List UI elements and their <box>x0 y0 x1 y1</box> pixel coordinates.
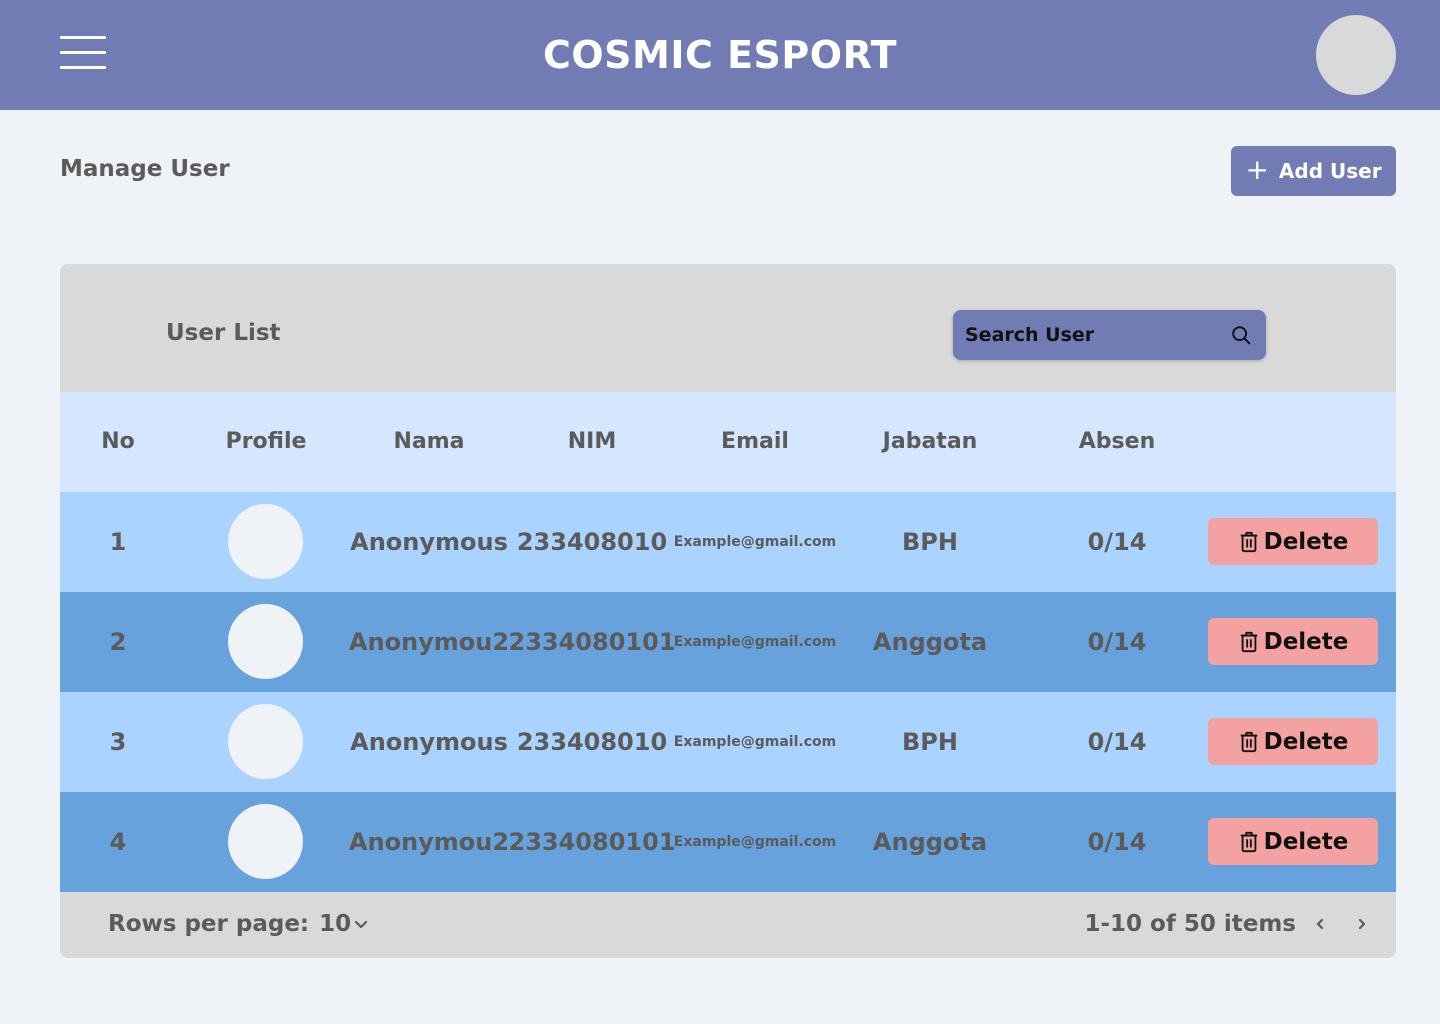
table-row: 4 Anonymou2 2334080101 Example@gmail.com… <box>60 792 1396 892</box>
table-header: No Profile Nama NIM Email Jabatan Absen <box>60 392 1396 492</box>
rows-per-page: Rows per page: 10 <box>108 892 369 956</box>
add-user-button[interactable]: + Add User <box>1231 146 1396 196</box>
row-nim: 2334080101 <box>508 628 676 656</box>
column-header-nim: NIM <box>567 429 617 454</box>
column-header-no: No <box>101 429 135 454</box>
user-avatar[interactable] <box>1316 15 1396 95</box>
trash-icon <box>1240 531 1257 552</box>
trash-icon <box>1240 831 1257 852</box>
table-row: 2 Anonymou2 2334080101 Example@gmail.com… <box>60 592 1396 692</box>
trash-icon <box>1240 731 1257 752</box>
profile-picture <box>228 504 303 579</box>
row-nama: Anonymous <box>350 528 508 556</box>
delete-button[interactable]: Delete <box>1208 518 1378 565</box>
search-input[interactable] <box>965 310 1225 360</box>
row-no: 4 <box>109 828 127 856</box>
pagination-info: 1-10 of 50 items <box>1084 911 1296 937</box>
next-page-button[interactable] <box>1350 912 1374 936</box>
chevron-right-icon <box>1358 918 1366 930</box>
row-absen: 0/14 <box>1087 528 1147 556</box>
row-email: Example@gmail.com <box>673 534 837 550</box>
row-nim: 233408010 <box>516 728 668 756</box>
chevron-left-icon <box>1316 918 1324 930</box>
row-nim: 233408010 <box>516 528 668 556</box>
row-jabatan: Anggota <box>872 628 988 656</box>
column-header-profile: Profile <box>225 429 307 454</box>
column-header-jabatan: Jabatan <box>882 429 978 454</box>
column-header-absen: Absen <box>1078 429 1156 454</box>
search-user-field[interactable] <box>953 310 1266 360</box>
rows-per-page-label: Rows per page: <box>108 911 310 937</box>
previous-page-button[interactable] <box>1308 912 1332 936</box>
rows-per-page-select[interactable]: 10 <box>319 892 369 956</box>
profile-picture <box>228 704 303 779</box>
row-email: Example@gmail.com <box>673 834 837 850</box>
table-row: 3 Anonymous 233408010 Example@gmail.com … <box>60 692 1396 792</box>
row-nama: Anonymou2 <box>348 828 510 856</box>
column-header-email: Email <box>721 429 789 454</box>
app-header: COSMIC ESPORT <box>0 0 1440 110</box>
delete-label: Delete <box>1263 528 1349 555</box>
page-title: Manage User <box>60 156 230 182</box>
row-no: 2 <box>109 628 127 656</box>
search-icon[interactable] <box>1230 324 1252 346</box>
row-email: Example@gmail.com <box>673 634 837 650</box>
delete-button[interactable]: Delete <box>1208 818 1378 865</box>
add-user-label: Add User <box>1278 159 1382 183</box>
trash-icon <box>1240 631 1257 652</box>
delete-button[interactable]: Delete <box>1208 618 1378 665</box>
row-nim: 2334080101 <box>508 828 676 856</box>
plus-icon: + <box>1245 152 1269 186</box>
delete-label: Delete <box>1263 728 1349 755</box>
row-jabatan: Anggota <box>872 828 988 856</box>
chevron-down-icon <box>355 920 368 929</box>
delete-label: Delete <box>1263 828 1349 855</box>
row-email: Example@gmail.com <box>673 734 837 750</box>
user-list-title: User List <box>166 320 281 346</box>
user-list-card: User List No Profile Nama NIM Email Jaba… <box>60 264 1396 958</box>
hamburger-menu-icon[interactable] <box>60 36 106 70</box>
row-jabatan: BPH <box>902 728 958 756</box>
row-absen: 0/14 <box>1087 828 1147 856</box>
row-absen: 0/14 <box>1087 628 1147 656</box>
table-row: 1 Anonymous 233408010 Example@gmail.com … <box>60 492 1396 592</box>
rows-per-page-value: 10 <box>319 911 352 937</box>
row-nama: Anonymou2 <box>348 628 510 656</box>
row-nama: Anonymous <box>350 728 508 756</box>
column-header-nama: Nama <box>393 429 465 454</box>
row-no: 3 <box>109 728 127 756</box>
delete-button[interactable]: Delete <box>1208 718 1378 765</box>
app-title: COSMIC ESPORT <box>542 33 898 77</box>
profile-picture <box>228 804 303 879</box>
row-jabatan: BPH <box>902 528 958 556</box>
row-absen: 0/14 <box>1087 728 1147 756</box>
row-no: 1 <box>109 528 127 556</box>
delete-label: Delete <box>1263 628 1349 655</box>
profile-picture <box>228 604 303 679</box>
